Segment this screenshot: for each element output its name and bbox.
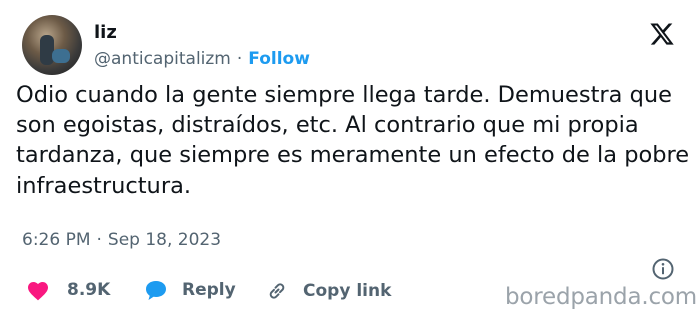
avatar-figure-detail [52,49,70,63]
author-handle-row: @anticapitalizm · Follow [94,48,310,70]
like-button[interactable]: 8.9K [26,279,110,301]
separator-dot: · [236,49,243,69]
author-handle[interactable]: @anticapitalizm [94,49,231,69]
tweet-time: 6:26 PM [22,230,91,250]
copy-link-label: Copy link [303,281,392,301]
tweet-date: Sep 18, 2023 [107,230,222,250]
heart-icon [28,282,48,301]
copy-link-button[interactable]: Copy link [265,279,391,303]
tweet-timestamp[interactable]: 6:26 PM · Sep 18, 2023 [22,229,221,251]
tweet-text: Odio cuando la gente siempre llega tarde… [16,82,690,199]
avatar-figure [40,35,54,65]
info-icon[interactable] [651,257,675,281]
author-name[interactable]: liz [94,22,117,44]
watermark: boredpanda.com [505,284,697,310]
follow-button[interactable]: Follow [248,49,310,69]
reply-button[interactable]: Reply [144,279,236,301]
reply-label: Reply [182,280,236,300]
like-count: 8.9K [67,280,111,300]
timestamp-separator: · [96,230,102,250]
x-logo-icon[interactable] [649,21,675,47]
link-icon [269,283,285,299]
reply-bubble-icon [146,281,166,300]
avatar[interactable] [22,15,82,75]
